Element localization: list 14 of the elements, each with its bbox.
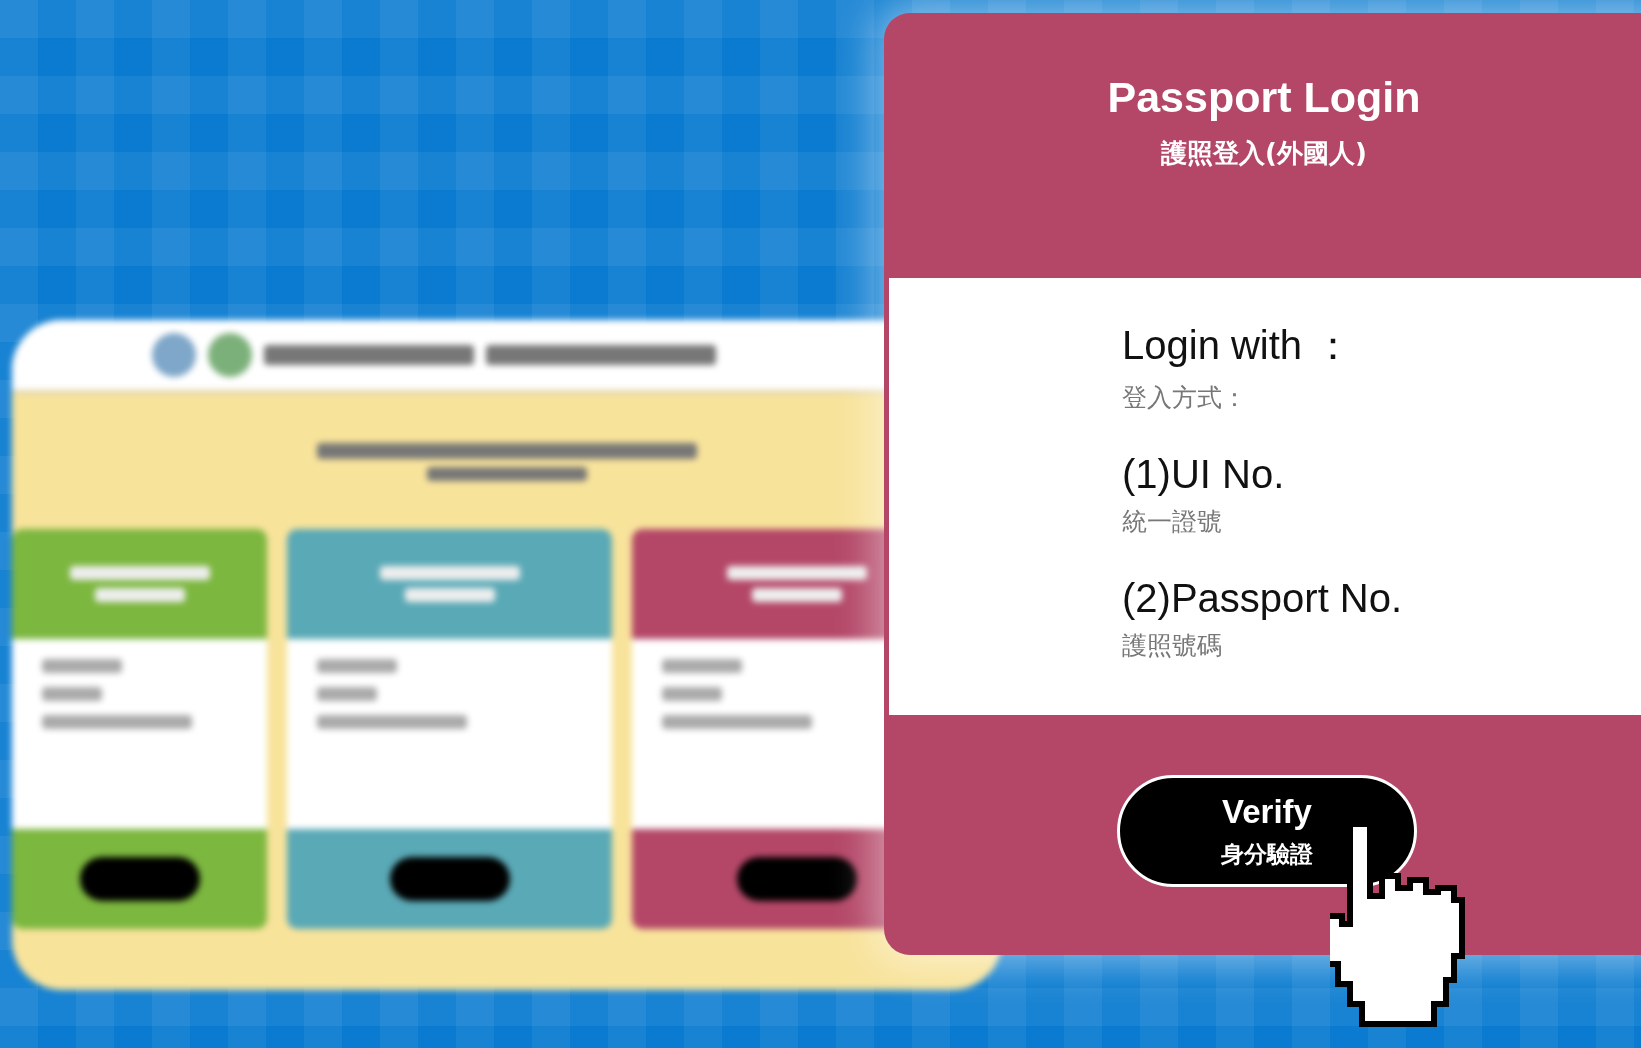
- blurred-text: [317, 687, 377, 701]
- card-subtitle: 護照登入(外國人): [1161, 137, 1367, 170]
- login-method-sublabel: 統一證號: [1122, 506, 1223, 538]
- login-method-sublabel: 護照號碼: [1122, 630, 1223, 662]
- login-method-label: (2)Passport No.: [1122, 576, 1404, 621]
- login-with-sublabel: 登入方式：: [1122, 382, 1248, 414]
- blurred-text: [42, 687, 102, 701]
- login-method-label: (1)UI No.: [1122, 452, 1286, 497]
- login-with-label: Login with ：: [1122, 322, 1355, 369]
- logo-icon: [152, 333, 196, 377]
- card-title: Passport Login: [1107, 73, 1421, 122]
- blurred-text: [662, 687, 722, 701]
- verify-button[interactable]: Verify 身分驗證: [1117, 775, 1417, 887]
- logo-icon: [208, 333, 252, 377]
